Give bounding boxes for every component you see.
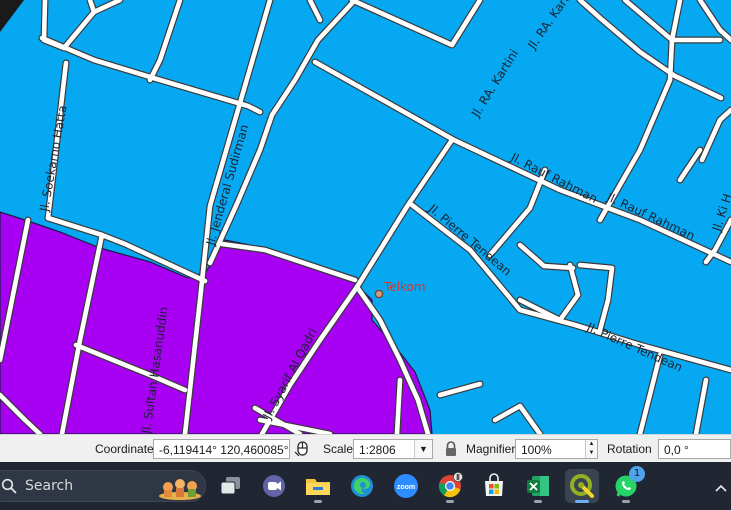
map-canvas[interactable]: Jl. Soekarno Hatta Jl. Jenderal Sudirman… (0, 0, 731, 434)
road-label: Jl. Rauf Rahman (508, 150, 600, 206)
chrome-icon[interactable] (433, 469, 467, 503)
running-indicator (314, 500, 322, 503)
coordinate-label: Coordinate (95, 442, 154, 456)
file-explorer-icon[interactable] (301, 469, 335, 503)
magnifier-value: 100% (521, 443, 552, 457)
road-label: Jl. Rauf Rahman (604, 190, 697, 243)
map-void-corner (0, 0, 24, 32)
rotation-label: Rotation (607, 442, 652, 456)
magnifier-label: Magnifier (466, 442, 516, 456)
chevron-up-icon[interactable] (714, 480, 728, 498)
zoom-icon[interactable]: zoom (389, 469, 423, 503)
running-indicator (534, 500, 542, 503)
scale-label: Scale (323, 442, 354, 456)
taskbar-search-box[interactable]: Search (0, 470, 206, 502)
spin-arrows-icon[interactable]: ▲ ▼ (585, 440, 597, 458)
notification-badge: 1 (629, 466, 645, 482)
telkom-poi-label: Telkom (383, 280, 426, 294)
chevron-down-icon[interactable]: ▼ (414, 440, 432, 458)
scale-combo[interactable]: 1:2806 ▼ (353, 439, 433, 459)
telkom-poi-marker[interactable] (374, 289, 384, 299)
microsoft-store-icon[interactable] (477, 469, 511, 503)
road-label: Jl. Pierre Tendean (584, 320, 685, 375)
map-svg: Jl. Soekarno Hatta Jl. Jenderal Sudirman… (0, 0, 731, 434)
whatsapp-icon[interactable]: 1 (609, 466, 645, 503)
status-bar: Coordinate -6,119414° 120,460085° Scale … (0, 434, 731, 462)
task-view-icon[interactable] (214, 469, 248, 503)
edge-icon[interactable] (345, 469, 379, 503)
running-indicator (446, 500, 454, 503)
scale-value: 1:2806 (359, 443, 396, 457)
search-placeholder: Search (25, 478, 74, 494)
search-icon (1, 478, 17, 499)
road-label: Jl. RA. Kartini (524, 0, 580, 53)
zoom-label: zoom (397, 484, 415, 491)
windows-taskbar: Search zoom 1 (0, 462, 731, 510)
mouse-icon[interactable] (294, 439, 312, 459)
magnifier-field[interactable]: 100% ▲ ▼ (515, 439, 598, 459)
excel-icon[interactable] (521, 469, 555, 503)
road-label: Jl. RA. Kartini (468, 47, 521, 120)
running-indicator (622, 500, 630, 503)
lock-icon[interactable] (444, 439, 458, 459)
search-highlight-icon (157, 473, 203, 506)
coordinate-field[interactable]: -6,119414° 120,460085° (153, 439, 290, 459)
teams-icon[interactable] (257, 469, 291, 503)
qgis-icon[interactable] (565, 469, 599, 503)
road-label: Jl. Soekarno Hatta (37, 104, 70, 213)
running-indicator (575, 500, 589, 503)
rotation-field[interactable]: 0,0 ° (658, 439, 731, 459)
